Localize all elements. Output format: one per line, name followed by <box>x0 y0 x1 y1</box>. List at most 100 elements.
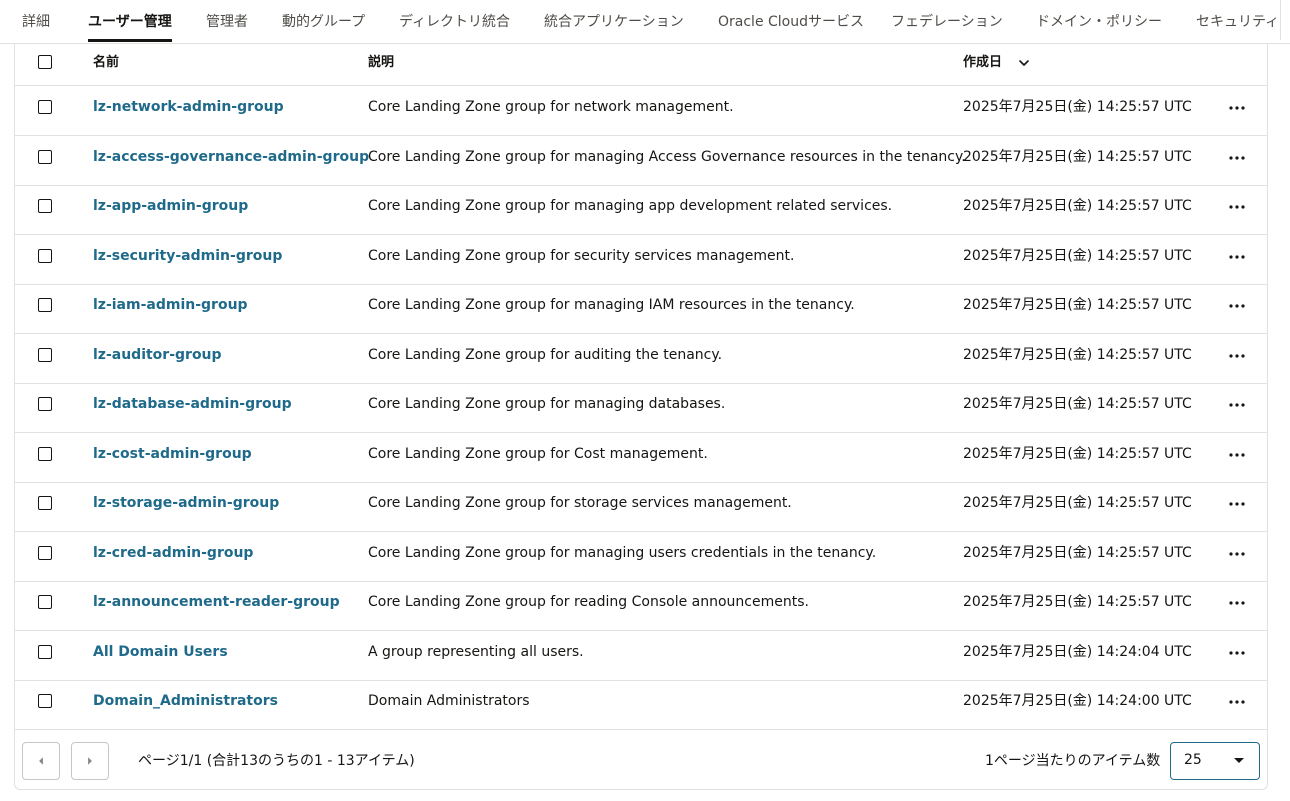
select-all-checkbox[interactable] <box>38 55 52 69</box>
row-checkbox[interactable] <box>38 298 52 312</box>
group-description: Core Landing Zone group for auditing the… <box>368 346 723 363</box>
group-created-date: 2025年7月25日(金) 14:24:00 UTC <box>963 693 1192 709</box>
group-name-link[interactable]: lz-auditor-group <box>93 334 222 383</box>
tab-integrated-applications[interactable]: 統合アプリケーション <box>544 0 684 43</box>
tab-directory-integration[interactable]: ディレクトリ統合 <box>399 0 510 43</box>
chevron-right-icon <box>88 757 92 765</box>
tab-details[interactable]: 詳細 <box>22 0 50 43</box>
group-created-date: 2025年7月25日(金) 14:25:57 UTC <box>963 346 1192 363</box>
tab-oracle-cloud-services[interactable]: Oracle Cloudサービス <box>718 0 864 43</box>
more-horizontal-icon[interactable] <box>1223 643 1251 663</box>
group-description: Core Landing Zone group for managing use… <box>368 544 877 561</box>
group-name-link[interactable]: All Domain Users <box>93 631 228 680</box>
group-description: Core Landing Zone group for storage serv… <box>368 495 792 511</box>
group-description: Core Landing Zone group for managing app… <box>368 198 893 214</box>
table-row: lz-storage-admin-group Core Landing Zone … <box>15 482 1267 532</box>
table-row: lz-network-admin-group Core Landing Zone … <box>15 86 1267 136</box>
more-horizontal-icon[interactable] <box>1223 544 1251 564</box>
more-horizontal-icon[interactable] <box>1223 98 1251 118</box>
table-row: lz-app-admin-group Core Landing Zone grou… <box>15 185 1267 235</box>
group-created-date: 2025年7月25日(金) 14:25:57 UTC <box>963 198 1192 214</box>
group-created-date: 2025年7月25日(金) 14:25:57 UTC <box>963 594 1192 610</box>
more-horizontal-icon[interactable] <box>1223 692 1251 712</box>
group-name-link[interactable]: Domain_Administrators <box>93 680 278 729</box>
group-description: Core Landing Zone group for Cost managem… <box>368 445 708 462</box>
tab-security[interactable]: セキュリティ <box>1196 0 1279 43</box>
more-horizontal-icon[interactable] <box>1223 148 1251 168</box>
more-horizontal-icon[interactable] <box>1223 593 1251 613</box>
row-checkbox[interactable] <box>38 545 52 560</box>
row-checkbox[interactable] <box>38 496 52 510</box>
row-checkbox[interactable] <box>38 644 52 659</box>
tab-dynamic-groups[interactable]: 動的グループ <box>282 0 365 43</box>
group-created-date: 2025年7月25日(金) 14:25:57 UTC <box>963 396 1192 412</box>
group-description: Domain Administrators <box>368 693 530 709</box>
more-horizontal-icon[interactable] <box>1223 247 1251 267</box>
group-name-link[interactable]: lz-storage-admin-group <box>93 482 279 531</box>
row-checkbox[interactable] <box>38 149 52 164</box>
tab-domain-policies[interactable]: ドメイン・ポリシー <box>1036 0 1162 43</box>
group-created-date: 2025年7月25日(金) 14:25:57 UTC <box>963 445 1192 462</box>
table-row: Domain_Administrators Domain Administrato… <box>15 680 1267 730</box>
pagination-footer: ページ1/1 (合計13のうちの1 - 13アイテム) 1ページ当たりのアイテム… <box>15 730 1267 790</box>
group-description: Core Landing Zone group for security ser… <box>368 247 795 264</box>
tab-federation[interactable]: フェデレーション <box>891 0 1003 43</box>
groups-table: 名前 説明 作成日 lz-network-admin-group Core Lan… <box>14 44 1268 790</box>
group-name-link[interactable]: lz-network-admin-group <box>93 86 284 135</box>
row-checkbox[interactable] <box>38 347 52 362</box>
more-horizontal-icon[interactable] <box>1223 395 1251 415</box>
group-name-link[interactable]: lz-security-admin-group <box>93 235 282 284</box>
more-horizontal-icon[interactable] <box>1223 494 1251 514</box>
group-name-link[interactable]: lz-iam-admin-group <box>93 284 248 333</box>
column-header-description: 説明 <box>368 55 395 70</box>
group-name-link[interactable]: lz-cred-admin-group <box>93 532 253 581</box>
row-checkbox[interactable] <box>38 248 52 263</box>
more-horizontal-icon[interactable] <box>1223 346 1251 366</box>
next-page-button[interactable] <box>71 742 109 780</box>
column-header-name: 名前 <box>93 55 120 70</box>
more-horizontal-icon[interactable] <box>1223 445 1251 465</box>
row-checkbox[interactable] <box>38 397 52 411</box>
items-per-page-label: 1ページ当たりのアイテム数 <box>985 753 1161 769</box>
table-row: lz-iam-admin-group Core Landing Zone grou… <box>15 284 1267 334</box>
group-description: Core Landing Zone group for managing dat… <box>368 396 726 412</box>
caret-down-icon <box>1234 758 1244 763</box>
items-per-page-value: 25 <box>1184 752 1202 768</box>
row-checkbox[interactable] <box>38 446 52 461</box>
group-created-date: 2025年7月25日(金) 14:25:57 UTC <box>963 495 1192 511</box>
group-created-date: 2025年7月25日(金) 14:25:57 UTC <box>963 544 1192 561</box>
chevron-left-icon <box>39 757 43 765</box>
table-row: All Domain Users A group representing all… <box>15 631 1267 681</box>
group-name-link[interactable]: lz-access-governance-admin-group <box>93 136 369 185</box>
column-header-created[interactable]: 作成日 <box>963 44 1002 85</box>
chevron-down-icon[interactable] <box>1017 56 1031 70</box>
group-name-link[interactable]: lz-app-admin-group <box>93 185 248 234</box>
row-checkbox[interactable] <box>38 199 52 213</box>
row-checkbox[interactable] <box>38 100 52 114</box>
group-name-link[interactable]: lz-cost-admin-group <box>93 433 252 482</box>
group-created-date: 2025年7月25日(金) 14:25:57 UTC <box>963 247 1192 264</box>
more-horizontal-icon[interactable] <box>1223 197 1251 217</box>
tab-administrators[interactable]: 管理者 <box>206 0 248 43</box>
group-description: Core Landing Zone group for managing Acc… <box>368 148 966 165</box>
table-header: 名前 説明 作成日 <box>15 44 1267 86</box>
group-name-link[interactable]: lz-database-admin-group <box>93 383 292 432</box>
tab-bar-edge <box>1280 0 1281 40</box>
row-checkbox[interactable] <box>38 595 52 609</box>
group-description: A group representing all users. <box>368 643 584 660</box>
row-checkbox[interactable] <box>38 694 52 708</box>
tab-user-management[interactable]: ユーザー管理 <box>88 0 172 43</box>
group-created-date: 2025年7月25日(金) 14:25:57 UTC <box>963 297 1192 313</box>
previous-page-button[interactable] <box>22 742 60 780</box>
group-created-date: 2025年7月25日(金) 14:24:04 UTC <box>963 643 1192 660</box>
group-name-link[interactable]: lz-announcement-reader-group <box>93 581 340 630</box>
group-description: Core Landing Zone group for reading Cons… <box>368 594 809 610</box>
group-created-date: 2025年7月25日(金) 14:25:57 UTC <box>963 148 1192 165</box>
items-per-page-select[interactable]: 25 <box>1170 742 1260 780</box>
group-created-date: 2025年7月25日(金) 14:25:57 UTC <box>963 99 1192 115</box>
table-row: lz-cred-admin-group Core Landing Zone gro… <box>15 532 1267 582</box>
table-row: lz-auditor-group Core Landing Zone group … <box>15 334 1267 384</box>
table-row: lz-cost-admin-group Core Landing Zone gro… <box>15 433 1267 483</box>
pagination-summary: ページ1/1 (合計13のうちの1 - 13アイテム) <box>138 753 415 769</box>
more-horizontal-icon[interactable] <box>1223 296 1251 316</box>
